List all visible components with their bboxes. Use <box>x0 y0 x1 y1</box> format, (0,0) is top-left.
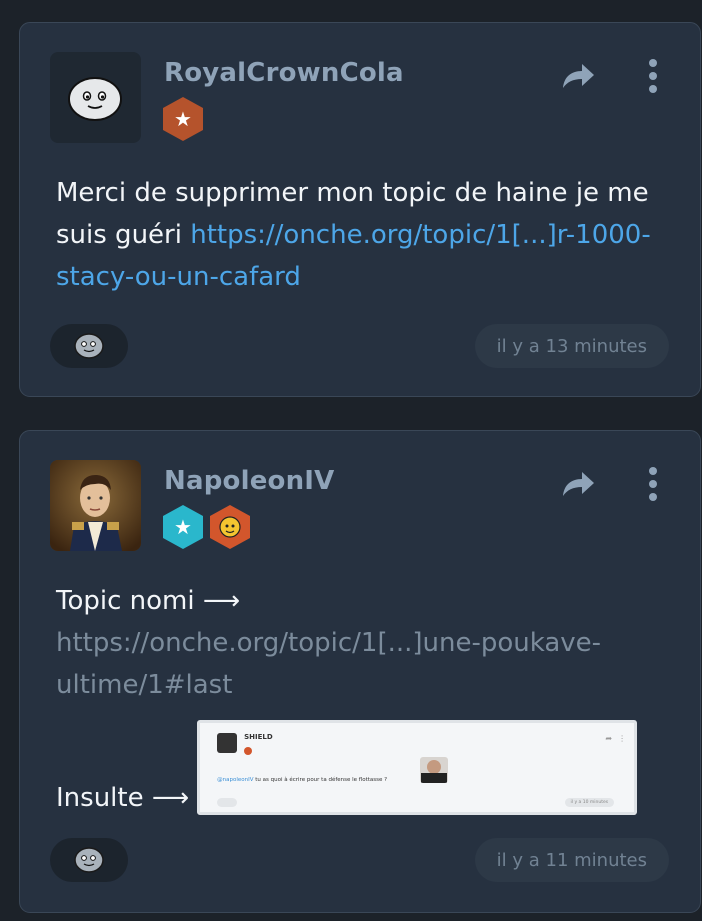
embed-username: SHIELD <box>244 733 273 741</box>
post-card: RoyalCrownCola ★ Merci de supprimer mon … <box>19 22 701 397</box>
badge-list: ★ <box>163 97 203 141</box>
embedded-screenshot[interactable]: SHIELD ➦ ⋮ @napoleonIV tu as quoi à écri… <box>197 720 638 815</box>
embed-menu-icon: ⋮ <box>618 734 627 743</box>
badge-list: ★ <box>163 505 250 549</box>
embed-reaction <box>217 798 238 807</box>
reaction-button[interactable] <box>50 838 128 882</box>
reaction-smiley-icon <box>74 847 104 873</box>
embed-share-icon: ➦ <box>605 734 613 743</box>
username[interactable]: NapoleonIV <box>164 466 335 496</box>
post-timestamp: il y a 13 minutes <box>474 324 669 368</box>
username[interactable]: RoyalCrownCola <box>164 58 404 88</box>
embed-avatar <box>217 733 238 753</box>
reaction-button[interactable] <box>50 324 128 368</box>
post-text-line: Insulte ⟶ <box>56 783 190 813</box>
user-avatar[interactable] <box>50 52 141 143</box>
embed-timestamp: il y a 10 minutes <box>564 798 615 807</box>
topic-link[interactable]: https://onche.org/topic/1[...]une-poukav… <box>56 628 601 700</box>
bronze-star-badge-icon[interactable]: ★ <box>163 97 203 141</box>
post-content: Topic nomi ⟶ https://onche.org/topic/1[.… <box>56 580 672 815</box>
post-timestamp: il y a 11 minutes <box>474 838 669 882</box>
embed-message-text: tu as quoi à écrire pour ta défense le f… <box>253 777 388 783</box>
kebab-menu-icon[interactable] <box>648 59 658 93</box>
user-avatar[interactable] <box>50 460 141 551</box>
embed-mention: @napoleonIV <box>217 777 254 783</box>
post-text-line: Topic nomi ⟶ <box>56 586 241 616</box>
embed-message: @napoleonIV tu as quoi à écrire pour ta … <box>217 776 387 784</box>
cyan-star-badge-icon[interactable]: ★ <box>163 505 203 549</box>
napoleon-portrait-icon <box>50 460 141 551</box>
share-arrow-icon <box>563 472 594 496</box>
embed-image <box>420 757 449 783</box>
insult-line: Insulte ⟶ SHIELD ➦ ⋮ @napoleonIV tu as q… <box>56 720 672 815</box>
share-button[interactable] <box>560 469 596 499</box>
reaction-smiley-icon <box>74 333 104 359</box>
post-content: Merci de supprimer mon topic de haine je… <box>56 172 672 298</box>
kebab-menu-icon[interactable] <box>648 467 658 501</box>
sticker-badge-icon[interactable] <box>210 505 250 549</box>
share-arrow-icon <box>563 64 594 88</box>
share-button[interactable] <box>560 61 596 91</box>
smiley-avatar-icon <box>68 77 122 121</box>
post-card: NapoleonIV ★ Topic nomi ⟶ https://onche.… <box>19 430 701 913</box>
embed-badge-icon <box>244 747 253 755</box>
